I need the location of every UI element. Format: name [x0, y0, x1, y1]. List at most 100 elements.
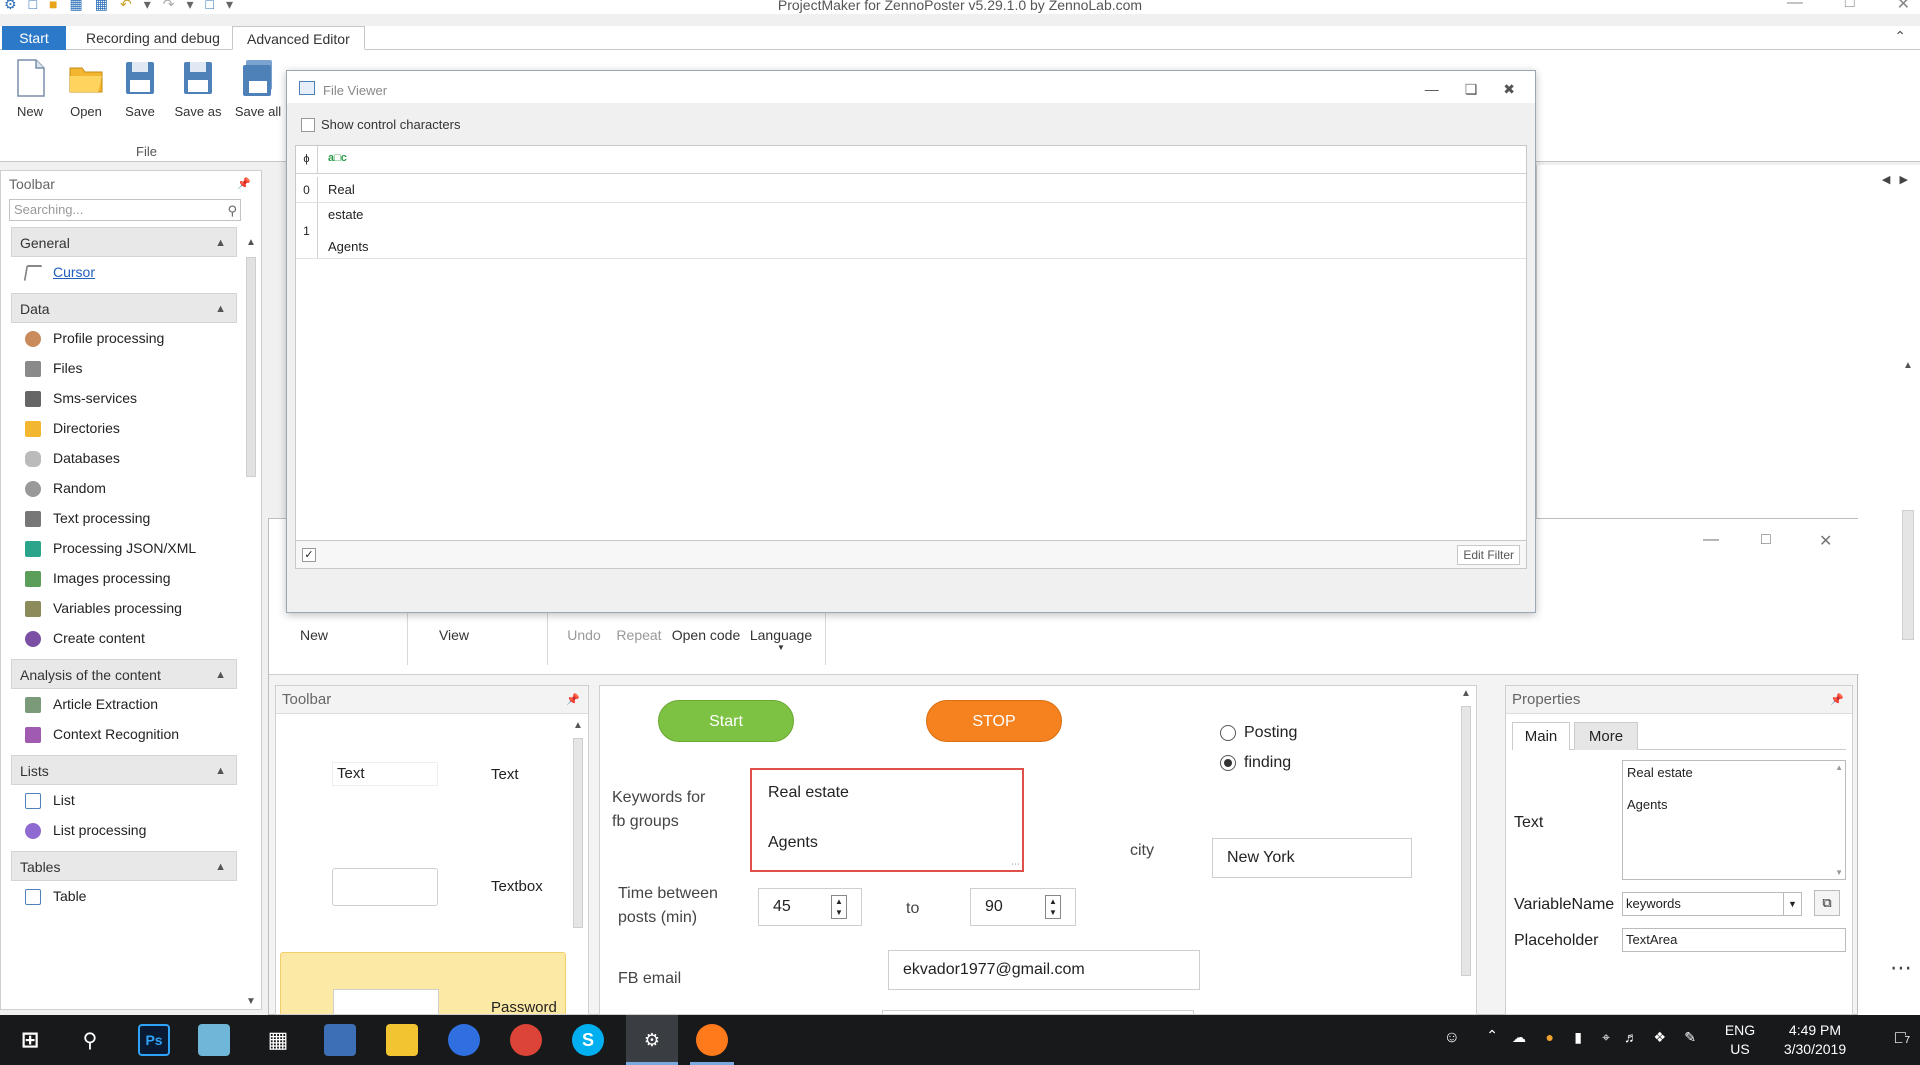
- category-data[interactable]: Data ▲: [11, 293, 237, 323]
- scroll-up-icon[interactable]: ▲: [1835, 763, 1843, 772]
- scroll-down-icon[interactable]: ▼: [1835, 868, 1843, 877]
- notification-icon[interactable]: □ 7: [1895, 1027, 1912, 1048]
- toolbar-item-list[interactable]: List: [1, 785, 261, 815]
- designer-repeat-button[interactable]: Repeat: [613, 627, 665, 643]
- toolbox-label-text[interactable]: Text: [491, 766, 519, 783]
- table-row[interactable]: 0 Real: [296, 177, 1526, 203]
- photoshop-icon[interactable]: Ps: [138, 1024, 170, 1056]
- designer-undo-button[interactable]: Undo: [561, 627, 607, 643]
- save-all-button[interactable]: Save all: [228, 58, 288, 119]
- file-explorer-icon[interactable]: [386, 1024, 418, 1056]
- scrollbar-thumb[interactable]: [573, 738, 583, 928]
- designer-new-button[interactable]: New: [289, 627, 339, 643]
- toolbar-item-context-recognition[interactable]: Context Recognition: [1, 719, 261, 749]
- toolbar-item-cursor[interactable]: Cursor: [1, 257, 261, 287]
- scrollbar-thumb[interactable]: [1461, 706, 1471, 976]
- restore-icon[interactable]: ❏: [1465, 81, 1478, 98]
- filter-abc-icon[interactable]: a□c: [328, 152, 347, 164]
- designer-open-code-button[interactable]: Open code: [671, 627, 741, 643]
- tab-advanced-editor[interactable]: Advanced Editor: [232, 26, 365, 50]
- minimize-icon[interactable]: —: [1787, 0, 1803, 14]
- toolbar-item-files[interactable]: Files: [1, 353, 261, 383]
- chrome-icon[interactable]: [510, 1024, 542, 1056]
- email-input[interactable]: ekvador1977@gmail.com: [888, 950, 1200, 990]
- prop-text-input[interactable]: Real estate Agents ▲ ▼: [1622, 760, 1846, 880]
- app-tray-icon[interactable]: ●: [1546, 1029, 1554, 1045]
- category-tables[interactable]: Tables ▲: [11, 851, 237, 881]
- tab-main[interactable]: Main: [1512, 722, 1570, 750]
- firefox-icon[interactable]: [696, 1024, 728, 1056]
- resize-handle-icon[interactable]: ⋯: [1011, 859, 1020, 870]
- save-as-button[interactable]: Save as: [168, 58, 228, 119]
- skype-icon[interactable]: S: [572, 1024, 604, 1056]
- filter-icon[interactable]: ϕ: [296, 146, 318, 173]
- zennoposter-icon[interactable]: ⚙: [626, 1015, 678, 1065]
- toolbar-item-random[interactable]: Random: [1, 473, 261, 503]
- toolbar-item-list-processing[interactable]: List processing: [1, 815, 261, 845]
- save-button[interactable]: Save: [112, 58, 168, 119]
- toolbox-label-textbox[interactable]: Textbox: [491, 878, 543, 895]
- toolbox-preview-textbox[interactable]: [332, 868, 438, 906]
- table-row[interactable]: 1 estate Agents: [296, 203, 1526, 259]
- pen-icon[interactable]: ✎: [1684, 1029, 1696, 1046]
- keywords-textarea[interactable]: Real estate Agents ⋯: [750, 768, 1024, 872]
- toolbox-preview-text[interactable]: Text: [332, 762, 438, 786]
- close-icon[interactable]: ✖: [1503, 81, 1515, 98]
- pin-icon[interactable]: 📌: [1830, 686, 1844, 714]
- scrollbar-thumb[interactable]: [1902, 510, 1914, 640]
- edit-filter-button[interactable]: Edit Filter: [1457, 545, 1520, 565]
- time-from-stepper[interactable]: 45 ▲ ▼: [758, 888, 862, 926]
- stepper-arrows-icon[interactable]: ▲ ▼: [831, 895, 847, 919]
- calculator-icon[interactable]: ▦: [262, 1024, 294, 1056]
- tab-recording-debug[interactable]: Recording and debug: [72, 26, 234, 50]
- search-icon[interactable]: ⚲: [227, 201, 237, 221]
- category-analysis[interactable]: Analysis of the content ▲: [11, 659, 237, 689]
- toolbar-item-article-extraction[interactable]: Article Extraction: [1, 689, 261, 719]
- tab-start[interactable]: Start: [2, 26, 66, 50]
- copy-icon[interactable]: ⧉: [1814, 890, 1840, 916]
- scroll-up-icon[interactable]: ▲: [243, 237, 259, 248]
- toolbar-item-create-content[interactable]: Create content: [1, 623, 261, 653]
- toolbar-item-directories[interactable]: Directories: [1, 413, 261, 443]
- remote-desktop-icon[interactable]: [324, 1024, 356, 1056]
- scroll-down-icon[interactable]: ▼: [243, 996, 259, 1007]
- start-button[interactable]: Start: [658, 700, 794, 742]
- close-icon[interactable]: ✕: [1819, 531, 1832, 551]
- scroll-arrows-icon[interactable]: ◀ ▶: [1882, 173, 1908, 186]
- dropbox-icon[interactable]: ❖: [1653, 1029, 1666, 1046]
- category-lists[interactable]: Lists ▲: [11, 755, 237, 785]
- stop-button[interactable]: STOP: [926, 700, 1062, 742]
- tab-more[interactable]: More: [1574, 722, 1638, 750]
- toolbar-item-table[interactable]: Table: [1, 881, 261, 911]
- grid-filter-row[interactable]: ϕ a□c: [296, 146, 1526, 174]
- scrollbar-thumb[interactable]: [246, 257, 256, 477]
- search-input[interactable]: Searching... ⚲: [9, 199, 241, 221]
- wifi-icon[interactable]: ⌖: [1602, 1029, 1610, 1046]
- toolbar-item-text-processing[interactable]: Text processing: [1, 503, 261, 533]
- radio-finding[interactable]: finding: [1220, 754, 1291, 772]
- volume-icon[interactable]: ♬: [1624, 1029, 1638, 1045]
- new-button[interactable]: New: [2, 58, 58, 119]
- toolbar-item-images[interactable]: Images processing: [1, 563, 261, 593]
- collapse-ribbon-icon[interactable]: ⌃: [1894, 28, 1906, 45]
- minimize-icon[interactable]: —: [1703, 531, 1719, 549]
- designer-language-button[interactable]: Language ▼: [747, 627, 815, 652]
- filter-enabled-checkbox[interactable]: ✓: [302, 548, 316, 562]
- category-general[interactable]: General ▲: [11, 227, 237, 257]
- stepper-arrows-icon[interactable]: ▲ ▼: [1045, 895, 1061, 919]
- search-icon[interactable]: ⚲: [74, 1024, 106, 1056]
- prop-placeholder-input[interactable]: TextArea: [1622, 928, 1846, 952]
- time-to-stepper[interactable]: 90 ▲ ▼: [970, 888, 1076, 926]
- language-indicator[interactable]: ENG US: [1710, 1021, 1770, 1059]
- cloud-icon[interactable]: ☁: [1512, 1029, 1526, 1046]
- more-icon[interactable]: ⋯: [1890, 955, 1912, 981]
- open-button[interactable]: Open: [58, 58, 114, 119]
- toolbar-item-variables[interactable]: Variables processing: [1, 593, 261, 623]
- pin-icon[interactable]: 📌: [566, 686, 580, 714]
- minimize-icon[interactable]: —: [1425, 81, 1439, 98]
- designer-view-button[interactable]: View: [429, 627, 479, 643]
- toolbar-item-databases[interactable]: Databases: [1, 443, 261, 473]
- pin-icon[interactable]: 📌: [237, 171, 251, 197]
- prop-varname-select[interactable]: keywords ▼: [1622, 892, 1802, 916]
- maximize-icon[interactable]: □: [1761, 531, 1771, 549]
